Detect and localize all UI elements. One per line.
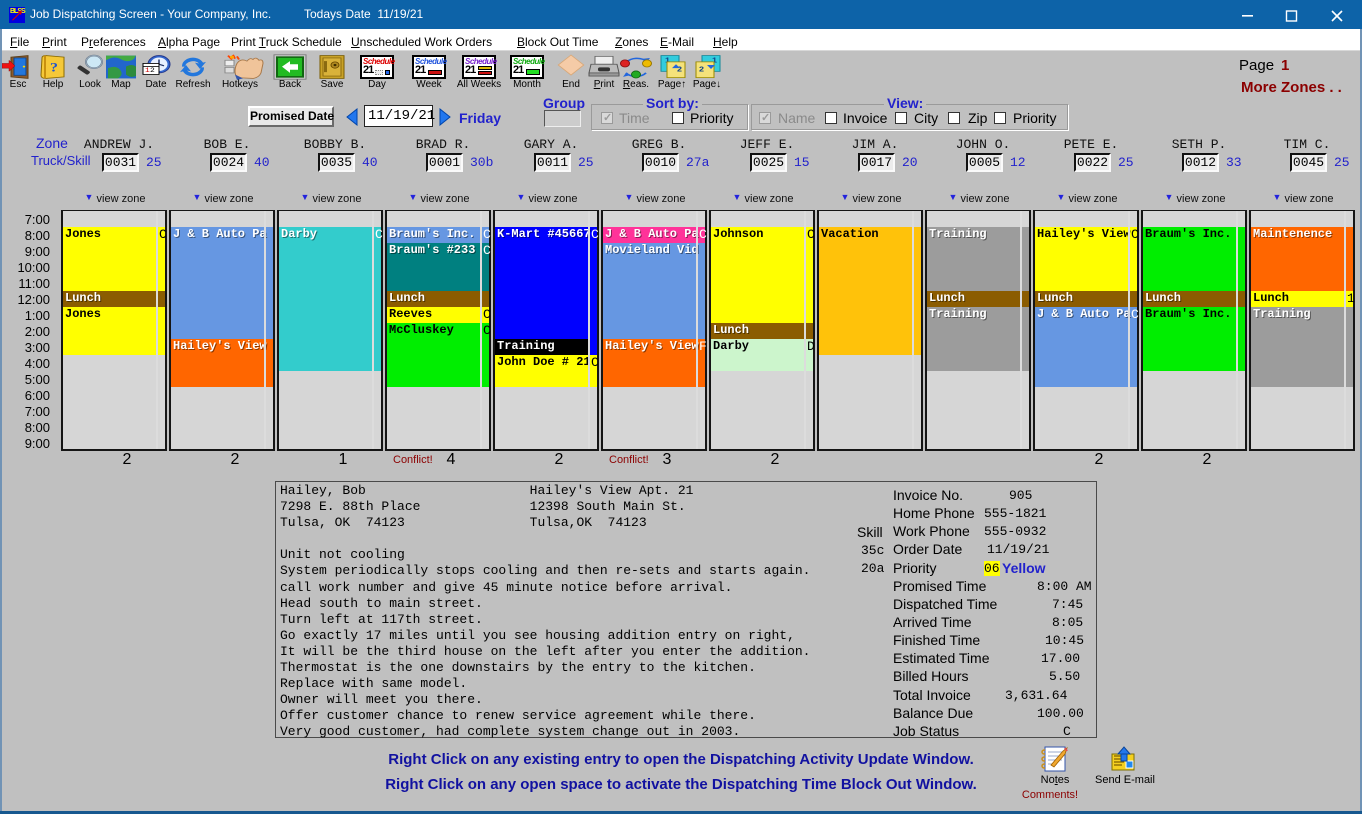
- svg-text:?: ?: [50, 61, 58, 75]
- svg-text:2: 2: [699, 65, 705, 73]
- svg-text:2: 2: [150, 68, 155, 75]
